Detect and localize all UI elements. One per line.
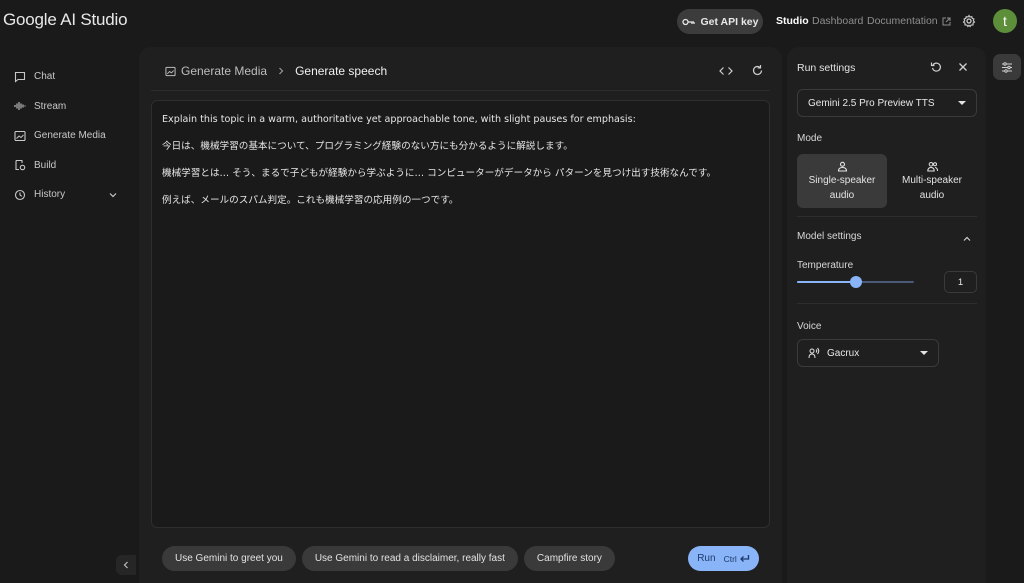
prompt-line: 今日は、機械学習の基本について、プログラミング経験のない方にも分かるように解説し… — [162, 141, 573, 152]
run-shortcut-label: Ctrl — [723, 553, 737, 564]
model-select[interactable]: Gemini 2.5 Pro Preview TTS — [797, 89, 977, 117]
tune-settings-button[interactable] — [993, 54, 1021, 80]
mode-single-speaker[interactable]: Single-speaker audio — [797, 154, 887, 208]
slider-fill — [797, 281, 856, 283]
tune-icon — [1002, 61, 1012, 73]
chevron-down-icon[interactable] — [108, 190, 118, 200]
voice-icon — [808, 347, 820, 359]
person-icon — [837, 161, 847, 172]
nav-documentation-label: Documentation — [867, 15, 938, 27]
reset-settings-icon[interactable] — [930, 61, 942, 73]
header-divider — [151, 90, 770, 91]
run-label: Run — [697, 553, 716, 564]
stream-icon — [14, 102, 26, 111]
sidebar-item-label: History — [34, 189, 66, 201]
chevron-left-icon — [123, 561, 128, 569]
voice-label: Voice — [797, 321, 822, 332]
breadcrumb: Generate Media Generate speech — [165, 64, 387, 78]
sidebar-item-generate-media[interactable]: Generate Media — [0, 121, 136, 151]
mode-multi-line1: Multi-speaker — [901, 174, 963, 186]
collapse-sidebar-button[interactable] — [116, 555, 136, 575]
sidebar-item-label: Generate Media — [34, 130, 106, 142]
page-title: Generate speech — [295, 64, 388, 78]
mode-single-line2: audio — [829, 189, 855, 201]
build-icon — [15, 160, 26, 171]
run-shortcut: Ctrl — [724, 554, 750, 564]
sidebar-item-build[interactable]: Build — [0, 151, 136, 181]
run-settings-title: Run settings — [797, 62, 856, 74]
chat-icon — [14, 71, 26, 83]
slider-thumb[interactable] — [849, 276, 862, 288]
section-divider — [797, 303, 977, 304]
breadcrumb-parent[interactable]: Generate Media — [165, 64, 267, 78]
get-api-key-button[interactable]: Get API key — [677, 9, 763, 34]
voice-select-value: Gacrux — [827, 347, 860, 359]
temperature-label: Temperature — [797, 260, 854, 271]
code-icon[interactable] — [719, 65, 733, 77]
nav-dashboard[interactable]: Dashboard — [812, 15, 863, 27]
mode-label: Mode — [797, 133, 823, 144]
run-button[interactable]: Run Ctrl — [688, 546, 759, 571]
section-divider — [797, 216, 977, 217]
history-icon — [14, 189, 26, 200]
mode-multi-speaker[interactable]: Multi-speaker audio — [887, 154, 977, 208]
prompt-line: 機械学習とは… そう、まるで子どもが経験から学ぶように… コンピューターがデータ… — [162, 168, 717, 179]
suggestion-chip-disclaimer[interactable]: Use Gemini to read a disclaimer, really … — [301, 546, 518, 571]
prompt-line: 例えば、メールのスパム判定。これも機械学習の応用例の一つです。 — [162, 195, 459, 206]
close-icon[interactable] — [957, 61, 969, 73]
people-icon — [926, 161, 938, 171]
refresh-icon[interactable] — [751, 64, 764, 77]
settings-gear-icon[interactable] — [962, 14, 976, 28]
chevron-up-icon[interactable] — [962, 234, 972, 244]
user-avatar[interactable]: t — [993, 9, 1017, 33]
top-bar: Google AI Studio Get API key Studio Dash… — [0, 0, 1024, 44]
nav-documentation[interactable]: Documentation — [867, 15, 951, 27]
caret-down-icon — [920, 351, 928, 355]
media-icon — [165, 66, 176, 76]
app-logo[interactable]: Google AI Studio — [3, 10, 128, 30]
caret-down-icon — [958, 101, 966, 105]
sidebar-item-label: Chat — [34, 71, 56, 83]
sidebar-item-chat[interactable]: Chat — [0, 62, 136, 92]
sidebar: Chat Stream Generate Media Build History — [0, 62, 136, 210]
sidebar-item-label: Stream — [34, 100, 67, 112]
voice-select[interactable]: Gacrux — [797, 339, 939, 367]
get-api-key-label: Get API key — [700, 15, 759, 28]
prompt-line: Explain this topic in a warm, authoritat… — [162, 114, 636, 125]
nav-studio[interactable]: Studio — [776, 15, 809, 27]
temperature-input[interactable]: 1 — [944, 271, 977, 293]
chevron-right-icon — [279, 67, 284, 75]
run-settings-panel: Run settings Gemini 2.5 Pro Preview TTS … — [787, 47, 986, 583]
enter-key-icon — [739, 555, 749, 562]
model-select-value: Gemini 2.5 Pro Preview TTS — [808, 97, 935, 109]
sidebar-item-history[interactable]: History — [0, 180, 136, 210]
mode-multi-line2: audio — [919, 189, 945, 201]
suggestion-chip-campfire[interactable]: Campfire story — [523, 546, 615, 571]
prompt-editor[interactable]: Explain this topic in a warm, authoritat… — [151, 100, 770, 528]
breadcrumb-parent-label: Generate Media — [181, 64, 268, 78]
suggestion-chip-greet[interactable]: Use Gemini to greet you — [162, 546, 296, 571]
model-settings-label: Model settings — [797, 231, 862, 242]
sidebar-item-label: Build — [34, 159, 57, 171]
mode-single-line1: Single-speaker — [808, 174, 876, 186]
external-link-icon — [942, 17, 951, 25]
key-icon — [681, 18, 695, 25]
media-icon — [14, 130, 26, 141]
suggestion-chips: Use Gemini to greet you Use Gemini to re… — [162, 546, 615, 571]
temperature-slider[interactable] — [797, 275, 914, 289]
main-panel: Generate Media Generate speech Explain t… — [139, 47, 782, 583]
sidebar-item-stream[interactable]: Stream — [0, 92, 136, 122]
